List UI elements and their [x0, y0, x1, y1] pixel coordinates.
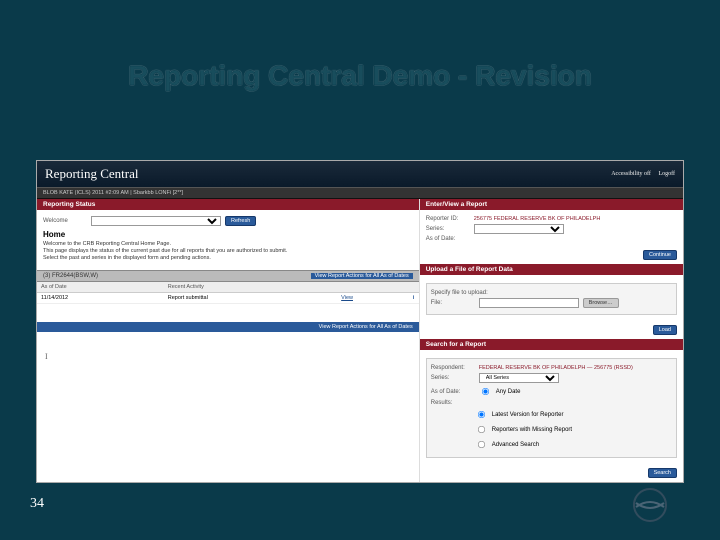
cell-asof: 11/14/2012	[37, 293, 164, 304]
left-column: Reporting Status Welcome Refresh Home We…	[37, 199, 420, 482]
load-button[interactable]: Load	[653, 325, 677, 335]
col-action	[337, 282, 409, 293]
results-radio-2[interactable]	[478, 426, 485, 433]
welcome-label: Welcome	[43, 218, 87, 224]
results-label: Results:	[431, 400, 475, 406]
page-number: 34	[30, 496, 44, 512]
logoff-link[interactable]: Logoff	[658, 171, 675, 177]
results-radio-3[interactable]	[478, 441, 485, 448]
file-input[interactable]	[479, 298, 579, 308]
search-respondent-value: FEDERAL RESERVE BK OF PHILADELPH — 25677…	[479, 365, 633, 371]
slide-title: Reporting Central Demo - Revision	[0, 60, 720, 92]
info-icon[interactable]: i	[409, 293, 419, 304]
search-respondent-label: Respondent:	[431, 365, 475, 371]
app-header: Reporting Central Accessibility off Logo…	[37, 161, 683, 187]
results-radio-1[interactable]	[478, 411, 485, 418]
search-button[interactable]: Search	[648, 468, 677, 478]
refresh-button[interactable]: Refresh	[225, 216, 256, 226]
accessibility-link[interactable]: Accessibility off	[611, 171, 651, 177]
col-asof: As of Date	[37, 282, 164, 293]
search-asof-label: As of Date:	[431, 389, 475, 395]
text-cursor: I	[37, 332, 419, 380]
search-series-label: Series:	[431, 375, 475, 381]
asof-radio-any[interactable]	[482, 388, 489, 395]
asof-any-label: Any Date	[496, 389, 521, 395]
search-series-select[interactable]: All Series	[479, 373, 559, 383]
right-column: Enter/View a Report Reporter ID: 256775 …	[420, 199, 683, 482]
inbox-header-link[interactable]: View Report Actions for All As of Dates	[311, 273, 413, 279]
enter-view-header: Enter/View a Report	[420, 199, 683, 210]
home-heading: Home	[43, 230, 413, 239]
view-link[interactable]: View	[341, 295, 353, 301]
reporter-id-value: 256775 FEDERAL RESERVE BK OF PHILADELPH	[474, 216, 601, 222]
search-header: Search for a Report	[420, 339, 683, 350]
series-label: Series:	[426, 226, 470, 232]
respondent-select[interactable]	[91, 216, 221, 226]
user-bar: BLOB KATE (ICLS) 2011 #2:09 AM | Sbarkbb…	[37, 187, 683, 199]
continue-button[interactable]: Continue	[643, 250, 677, 260]
reporter-id-label: Reporter ID:	[426, 216, 470, 222]
col-activity: Recent Activity	[164, 282, 337, 293]
table-row: 11/14/2012 Report submittal View i	[37, 293, 419, 304]
file-spec-label: Specify file to upload:	[431, 290, 488, 296]
results-opt-3: Advanced Search	[492, 442, 539, 448]
inbox-title: (3) FR2644(BSW,W)	[43, 273, 98, 279]
results-opt-1: Latest Version for Reporter	[492, 412, 564, 418]
app-brand: Reporting Central	[45, 166, 139, 182]
inbox-header: (3) FR2644(BSW,W) View Report Actions fo…	[37, 270, 419, 282]
upload-header: Upload a File of Report Data	[420, 264, 683, 275]
inbox-table: As of Date Recent Activity 11/14/2012 Re…	[37, 282, 419, 304]
browse-button[interactable]: Browse…	[583, 298, 619, 308]
cell-activity: Report submittal	[164, 293, 337, 304]
view-actions-bar[interactable]: View Report Actions for All As of Dates	[37, 322, 419, 332]
app-window: Reporting Central Accessibility off Logo…	[36, 160, 684, 483]
series-select[interactable]	[474, 224, 564, 234]
home-desc: Welcome to the CRB Reporting Central Hom…	[43, 241, 413, 262]
slide-logo-icon	[630, 485, 670, 525]
reporting-status-header: Reporting Status	[37, 199, 419, 210]
results-opt-2: Reporters with Missing Report	[492, 427, 572, 433]
asof-label: As of Date:	[426, 236, 470, 242]
file-label: File:	[431, 300, 475, 306]
